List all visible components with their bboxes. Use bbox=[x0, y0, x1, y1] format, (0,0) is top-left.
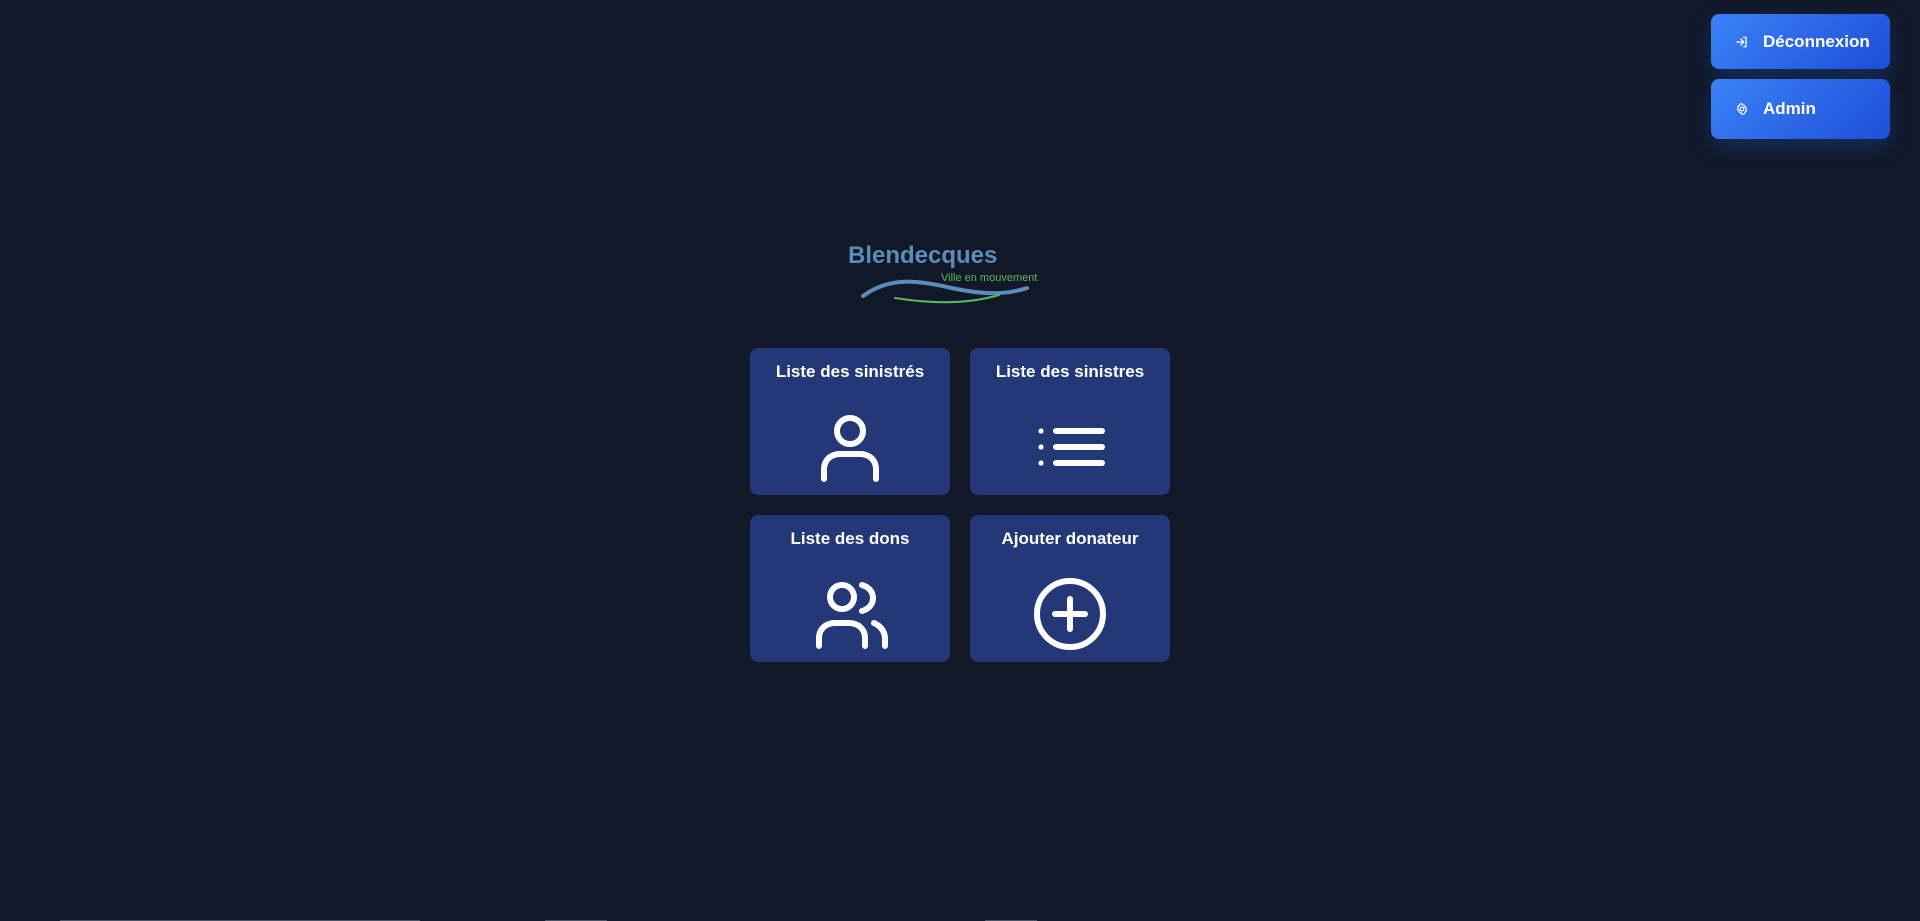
gear-icon bbox=[1737, 103, 1747, 115]
plus-circle-icon bbox=[1034, 578, 1106, 650]
card-ajouter-donateur[interactable]: Ajouter donateur bbox=[970, 515, 1170, 662]
top-actions: Déconnexion Admin bbox=[1711, 14, 1890, 139]
users-icon bbox=[816, 582, 888, 649]
logout-button[interactable]: Déconnexion bbox=[1711, 14, 1890, 69]
logout-icon bbox=[1736, 36, 1747, 47]
dashboard-card-grid: Liste des sinistrés Liste des sinistres … bbox=[750, 348, 1170, 662]
card-title: Liste des sinistrés bbox=[775, 362, 925, 381]
list-icon bbox=[1038, 428, 1105, 466]
card-title: Liste des dons bbox=[790, 529, 910, 548]
card-liste-des-sinistres-incidents[interactable]: Liste des sinistres bbox=[970, 348, 1170, 495]
card-title: Liste des sinistres bbox=[995, 362, 1145, 381]
card-liste-des-sinistres-people[interactable]: Liste des sinistrés bbox=[750, 348, 950, 495]
logo-wave-icon bbox=[861, 279, 1029, 304]
admin-button-label: Admin bbox=[1763, 99, 1816, 118]
admin-button[interactable]: Admin bbox=[1711, 79, 1890, 139]
blendecques-logo: Blendecques Ville en mouvement bbox=[846, 242, 1066, 312]
card-title: Ajouter donateur bbox=[1001, 529, 1139, 548]
logo-title: Blendecques bbox=[848, 242, 998, 269]
home-dashboard: Déconnexion Admin Blendecques Ville en m… bbox=[0, 0, 1920, 921]
logout-button-label: Déconnexion bbox=[1763, 31, 1870, 51]
card-liste-des-dons[interactable]: Liste des dons bbox=[750, 515, 950, 662]
user-icon bbox=[821, 415, 879, 482]
